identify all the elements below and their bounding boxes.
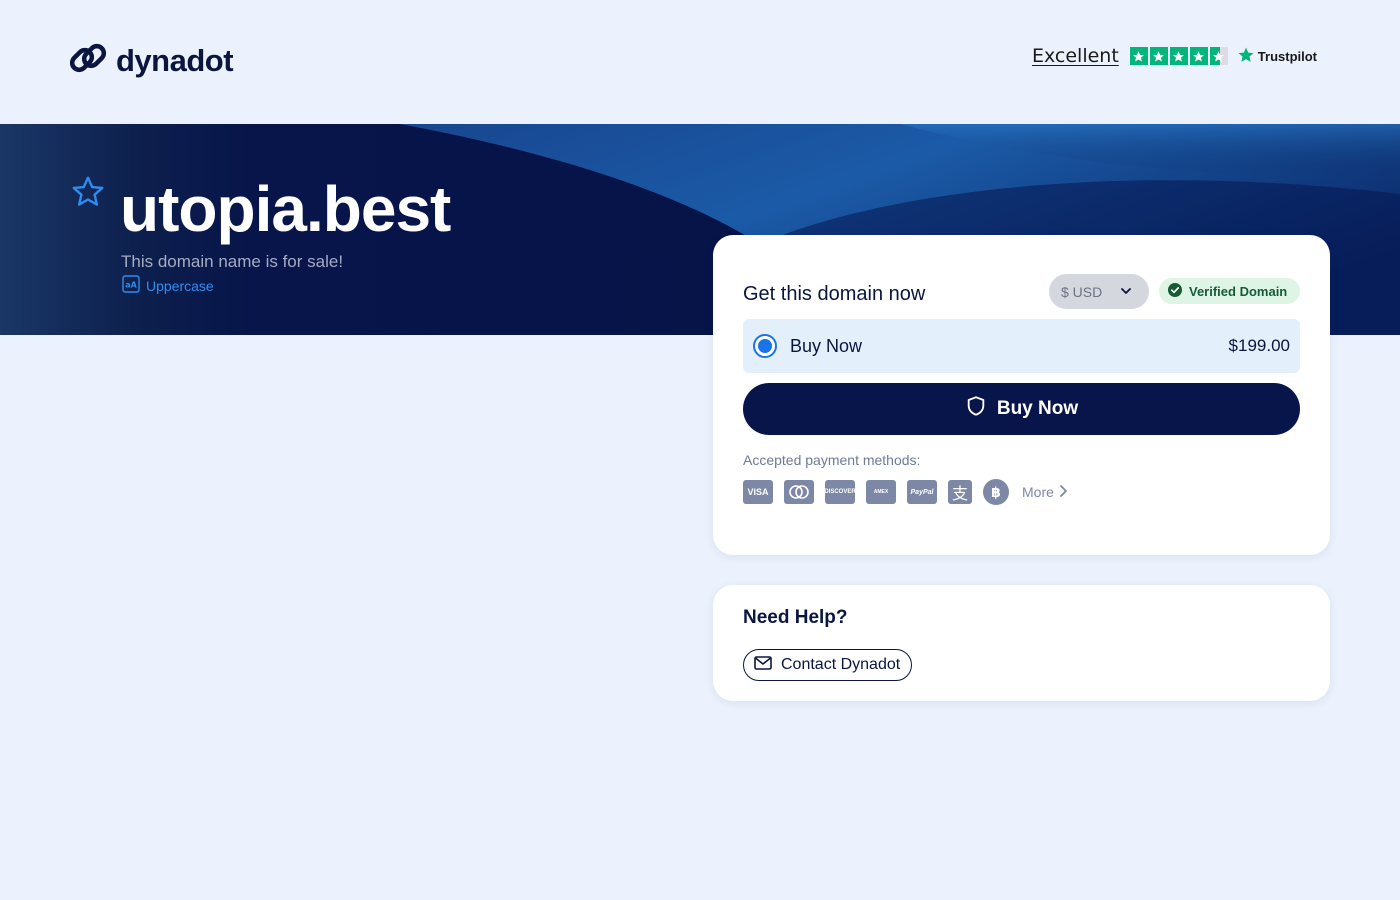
paypal-icon: PayPal xyxy=(907,480,937,504)
verified-label: Verified Domain xyxy=(1189,283,1288,299)
buy-now-radio[interactable] xyxy=(753,334,777,358)
trustpilot-star-icon xyxy=(1237,46,1255,67)
alipay-icon: 支 xyxy=(948,480,972,504)
chevron-down-icon xyxy=(1119,284,1133,301)
payment-methods-label: Accepted payment methods: xyxy=(743,452,921,468)
mail-icon xyxy=(754,655,772,675)
trustpilot-widget[interactable]: Excellent Trustpilot xyxy=(1032,45,1317,67)
option-label: Buy Now xyxy=(790,336,863,356)
trustpilot-rating-label[interactable]: Excellent xyxy=(1032,45,1119,67)
verified-domain-badge: Verified Domain xyxy=(1159,278,1300,304)
chain-link-icon xyxy=(69,39,107,82)
star-icon xyxy=(1189,47,1208,65)
bitcoin-icon: ฿ xyxy=(983,479,1009,505)
top-header: dynadot Excellent Trustpilot xyxy=(0,0,1400,124)
trustpilot-brand-text: Trustpilot xyxy=(1257,48,1317,64)
star-icon xyxy=(1129,47,1148,65)
buy-now-option[interactable]: Buy Now $199.00 xyxy=(743,319,1300,373)
purchase-title: Get this domain now xyxy=(743,283,926,305)
buy-now-button[interactable]: Buy Now xyxy=(743,383,1300,435)
mastercard-icon xyxy=(784,480,814,504)
uppercase-toggle[interactable]: aA Uppercase xyxy=(122,275,214,296)
page: dynadot Excellent Trustpilot utopia.best… xyxy=(0,0,1400,900)
uppercase-label[interactable]: Uppercase xyxy=(146,278,214,294)
chevron-right-icon xyxy=(1058,484,1068,501)
contact-dynadot-button[interactable]: Contact Dynadot xyxy=(743,649,912,681)
star-icon xyxy=(1169,47,1188,65)
for-sale-subtitle: This domain name is for sale! xyxy=(121,252,344,271)
favorite-star-icon[interactable] xyxy=(70,174,106,215)
check-circle-icon xyxy=(1167,282,1183,301)
currency-select[interactable]: $ USD xyxy=(1049,274,1149,309)
half-star-icon xyxy=(1209,47,1228,65)
option-price: $199.00 xyxy=(1228,336,1290,355)
svg-text:aA: aA xyxy=(125,281,137,290)
payment-methods: VISA DISCOVER AMEX PayPal 支 ฿ More xyxy=(743,479,1068,505)
help-title: Need Help? xyxy=(743,607,848,628)
visa-icon: VISA xyxy=(743,480,773,504)
logo-text: dynadot xyxy=(116,42,234,78)
contact-label: Contact Dynadot xyxy=(781,656,901,673)
discover-icon: DISCOVER xyxy=(824,480,856,504)
trustpilot-brand: Trustpilot xyxy=(1237,46,1317,67)
help-card: Need Help? Contact Dynadot xyxy=(713,585,1330,701)
star-icon xyxy=(1149,47,1168,65)
more-payment-methods-link[interactable]: More xyxy=(1022,484,1068,501)
dynadot-logo[interactable]: dynadot xyxy=(69,39,234,82)
shield-icon xyxy=(965,395,987,423)
amex-icon: AMEX xyxy=(866,480,896,504)
domain-title: utopia.best xyxy=(120,173,451,245)
buy-now-button-label: Buy Now xyxy=(996,398,1079,419)
purchase-card: Get this domain now $ USD Verified Domai… xyxy=(713,235,1330,555)
text-case-icon: aA xyxy=(122,275,140,296)
currency-value: $ USD xyxy=(1061,283,1103,300)
trustpilot-stars xyxy=(1129,47,1228,65)
more-label[interactable]: More xyxy=(1022,484,1054,500)
